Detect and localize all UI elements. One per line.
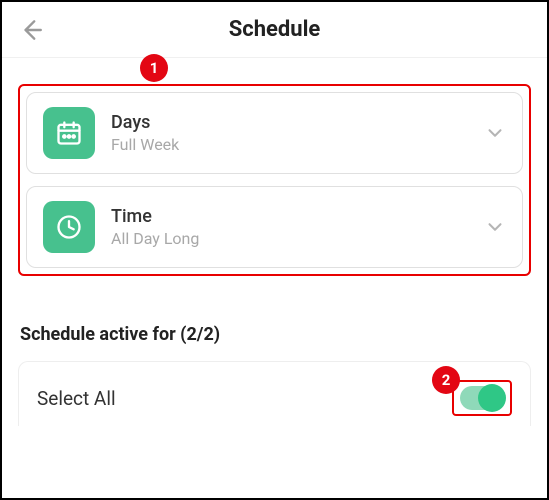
select-all-row: Select All 2	[18, 361, 531, 426]
calendar-icon	[43, 107, 95, 159]
page-title: Schedule	[18, 17, 531, 42]
select-all-label: Select All	[37, 387, 116, 410]
toggle-annotation-box: 2	[452, 380, 512, 416]
days-text: Days Full Week	[111, 112, 468, 154]
select-all-wrap: Select All 2	[18, 361, 531, 426]
time-subtitle: All Day Long	[111, 229, 468, 248]
days-row[interactable]: Days Full Week	[26, 92, 523, 174]
select-all-toggle[interactable]	[460, 386, 504, 410]
arrow-left-icon	[18, 17, 44, 43]
days-title: Days	[111, 112, 468, 133]
back-button[interactable]	[18, 17, 44, 43]
days-subtitle: Full Week	[111, 135, 468, 154]
section-title: Schedule active for (2/2)	[20, 324, 529, 345]
time-row[interactable]: Time All Day Long	[26, 186, 523, 268]
toggle-knob	[478, 384, 506, 412]
clock-icon	[43, 201, 95, 253]
time-text: Time All Day Long	[111, 206, 468, 248]
annotation-badge-1: 1	[140, 54, 168, 82]
header: Schedule	[2, 2, 547, 58]
chevron-down-icon	[484, 122, 506, 144]
schedule-card-group: 1 Days Full Week Time All Day Long	[18, 84, 531, 276]
content: 1 Days Full Week Time All Day Long Sched…	[2, 58, 547, 426]
annotation-badge-2: 2	[432, 366, 460, 394]
chevron-down-icon	[484, 216, 506, 238]
time-title: Time	[111, 206, 468, 227]
